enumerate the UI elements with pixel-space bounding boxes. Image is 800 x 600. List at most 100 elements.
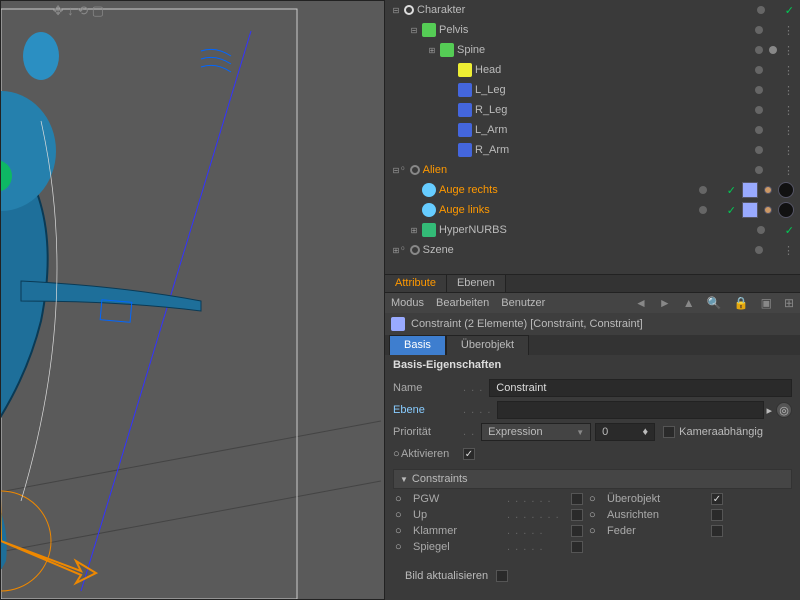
object-name[interactable]: Alien [423,164,447,176]
tag-icon[interactable] [778,182,794,198]
object-name[interactable]: Head [475,64,501,76]
object-name[interactable]: R_Leg [475,104,507,116]
search-icon[interactable]: 🔍 [707,296,722,310]
select-prioritaet[interactable]: Expression▼ [481,423,591,441]
expander-icon[interactable] [445,125,455,135]
hierarchy-item-pelvis[interactable]: ⊟Pelvis⋮ [385,20,800,40]
object-name[interactable]: Auge links [439,204,490,216]
nav-back-icon[interactable]: ◄ [635,296,647,310]
new-icon[interactable]: ▣ [761,296,772,310]
checkbox-ueberobjekt[interactable] [711,493,723,505]
viewport-scene [1,1,385,600]
hierarchy-item-auge-rechts[interactable]: Auge rechts ✓ [385,180,800,200]
expander-icon[interactable]: ⊞ [391,245,401,255]
checkbox-pgw[interactable] [571,493,583,505]
visibility-check-icon[interactable]: ✓ [785,224,794,237]
label-name: Name [393,382,463,394]
visibility-check-icon[interactable]: ✓ [785,4,794,17]
tab-ebenen[interactable]: Ebenen [447,275,506,292]
checkbox-feder[interactable] [711,525,723,537]
label-feder: Feder [607,525,707,537]
checkbox-kamera[interactable] [663,426,675,438]
tag-icon[interactable] [742,202,758,218]
object-name[interactable]: Pelvis [439,24,468,36]
checkbox-klammer[interactable] [571,525,583,537]
expander-icon[interactable]: ⊟ [409,25,419,35]
object-icon [422,183,436,197]
layer-target-icon[interactable]: ◎ [776,402,792,418]
tag-icon[interactable] [778,202,794,218]
input-prioritaet-num[interactable]: 0♦ [595,423,655,441]
checkbox-ausrichten[interactable] [711,509,723,521]
subtab-basis[interactable]: Basis [389,335,446,355]
hierarchy-item-spine[interactable]: ⊞Spine⋮ [385,40,800,60]
lock-icon[interactable]: 🔒 [734,296,749,310]
object-name[interactable]: Auge rechts [439,184,498,196]
label-ebene[interactable]: Ebene [393,404,463,416]
label-prioritaet: Priorität [393,426,463,438]
tag-icon[interactable] [764,186,772,194]
layer-picker-icon[interactable]: ▸ [766,404,772,417]
object-name[interactable]: L_Leg [475,84,506,96]
object-name[interactable]: R_Arm [475,144,509,156]
object-icon [422,223,436,237]
viewport-nav-icons[interactable]: ✥ ↓ ⟲ ▢ [53,3,104,19]
expander-icon[interactable] [445,85,455,95]
visibility-check-icon[interactable]: ✓ [727,204,736,217]
object-name[interactable]: Charakter [417,4,465,16]
hierarchy-item-szene[interactable]: ⊞⁰Szene⋮ [385,240,800,260]
label-pgw: PGW [413,493,503,505]
checkbox-bild[interactable] [496,570,508,582]
expander-icon[interactable] [445,145,455,155]
section-basis-title: Basis-Eigenschaften [385,355,800,375]
visibility-check-icon[interactable]: ✓ [727,184,736,197]
input-name[interactable] [489,379,792,397]
group-constraints[interactable]: ▼Constraints [393,469,792,489]
expander-icon[interactable]: ⊟ [391,5,401,15]
menu-modus[interactable]: Modus [391,297,424,309]
label-ueberobjekt: Überobjekt [607,493,707,505]
hierarchy-item-l_arm[interactable]: L_Arm⋮ [385,120,800,140]
attribute-menubar: Modus Bearbeiten Benutzer ◄ ► ▲ 🔍 🔒 ▣ ⊞ [385,293,800,313]
object-icon [440,43,454,57]
hierarchy-item-alien[interactable]: ⊟⁰Alien⋮ [385,160,800,180]
tab-attribute[interactable]: Attribute [385,275,447,292]
add-icon[interactable]: ⊞ [784,296,794,310]
expander-icon[interactable]: ⊞ [409,225,419,235]
object-manager[interactable]: ⊟Charakter✓⊟Pelvis⋮⊞Spine⋮Head⋮L_Leg⋮R_L… [385,0,800,275]
hierarchy-item-charakter[interactable]: ⊟ Charakter ✓ [385,0,800,20]
object-icon [404,5,414,15]
hierarchy-item-r_arm[interactable]: R_Arm⋮ [385,140,800,160]
object-name[interactable]: HyperNURBS [439,224,507,236]
viewport-3d[interactable]: ✥ ↓ ⟲ ▢ [0,0,385,600]
expander-icon[interactable] [409,205,419,215]
hierarchy-item-hypernurbs[interactable]: ⊞ HyperNURBS ✓ [385,220,800,240]
expander-icon[interactable] [445,105,455,115]
checkbox-aktivieren[interactable] [463,448,475,460]
basis-properties: Name . . . Ebene . . . . ▸ ◎ Priorität .… [385,375,800,589]
expander-icon[interactable] [409,185,419,195]
expander-icon[interactable]: ⊟ [391,165,401,175]
nav-fwd-icon[interactable]: ► [659,296,671,310]
hierarchy-item-l_leg[interactable]: L_Leg⋮ [385,80,800,100]
menu-benutzer[interactable]: Benutzer [501,297,545,309]
object-name[interactable]: L_Arm [475,124,507,136]
expander-icon[interactable]: ⊞ [427,45,437,55]
tag-icon[interactable] [764,206,772,214]
object-name[interactable]: Szene [423,244,454,256]
object-icon [422,203,436,217]
nav-up-icon[interactable]: ▲ [683,296,695,310]
tag-icon[interactable] [742,182,758,198]
object-icon [422,23,436,37]
object-icon [458,83,472,97]
menu-bearbeiten[interactable]: Bearbeiten [436,297,489,309]
expander-icon[interactable] [445,65,455,75]
input-ebene[interactable] [497,401,764,419]
hierarchy-item-auge-links[interactable]: Auge links ✓ [385,200,800,220]
checkbox-up[interactable] [571,509,583,521]
object-name[interactable]: Spine [457,44,485,56]
hierarchy-item-head[interactable]: Head⋮ [385,60,800,80]
checkbox-spiegel[interactable] [571,541,583,553]
hierarchy-item-r_leg[interactable]: R_Leg⋮ [385,100,800,120]
subtab-ueberobjekt[interactable]: Überobjekt [446,335,529,355]
